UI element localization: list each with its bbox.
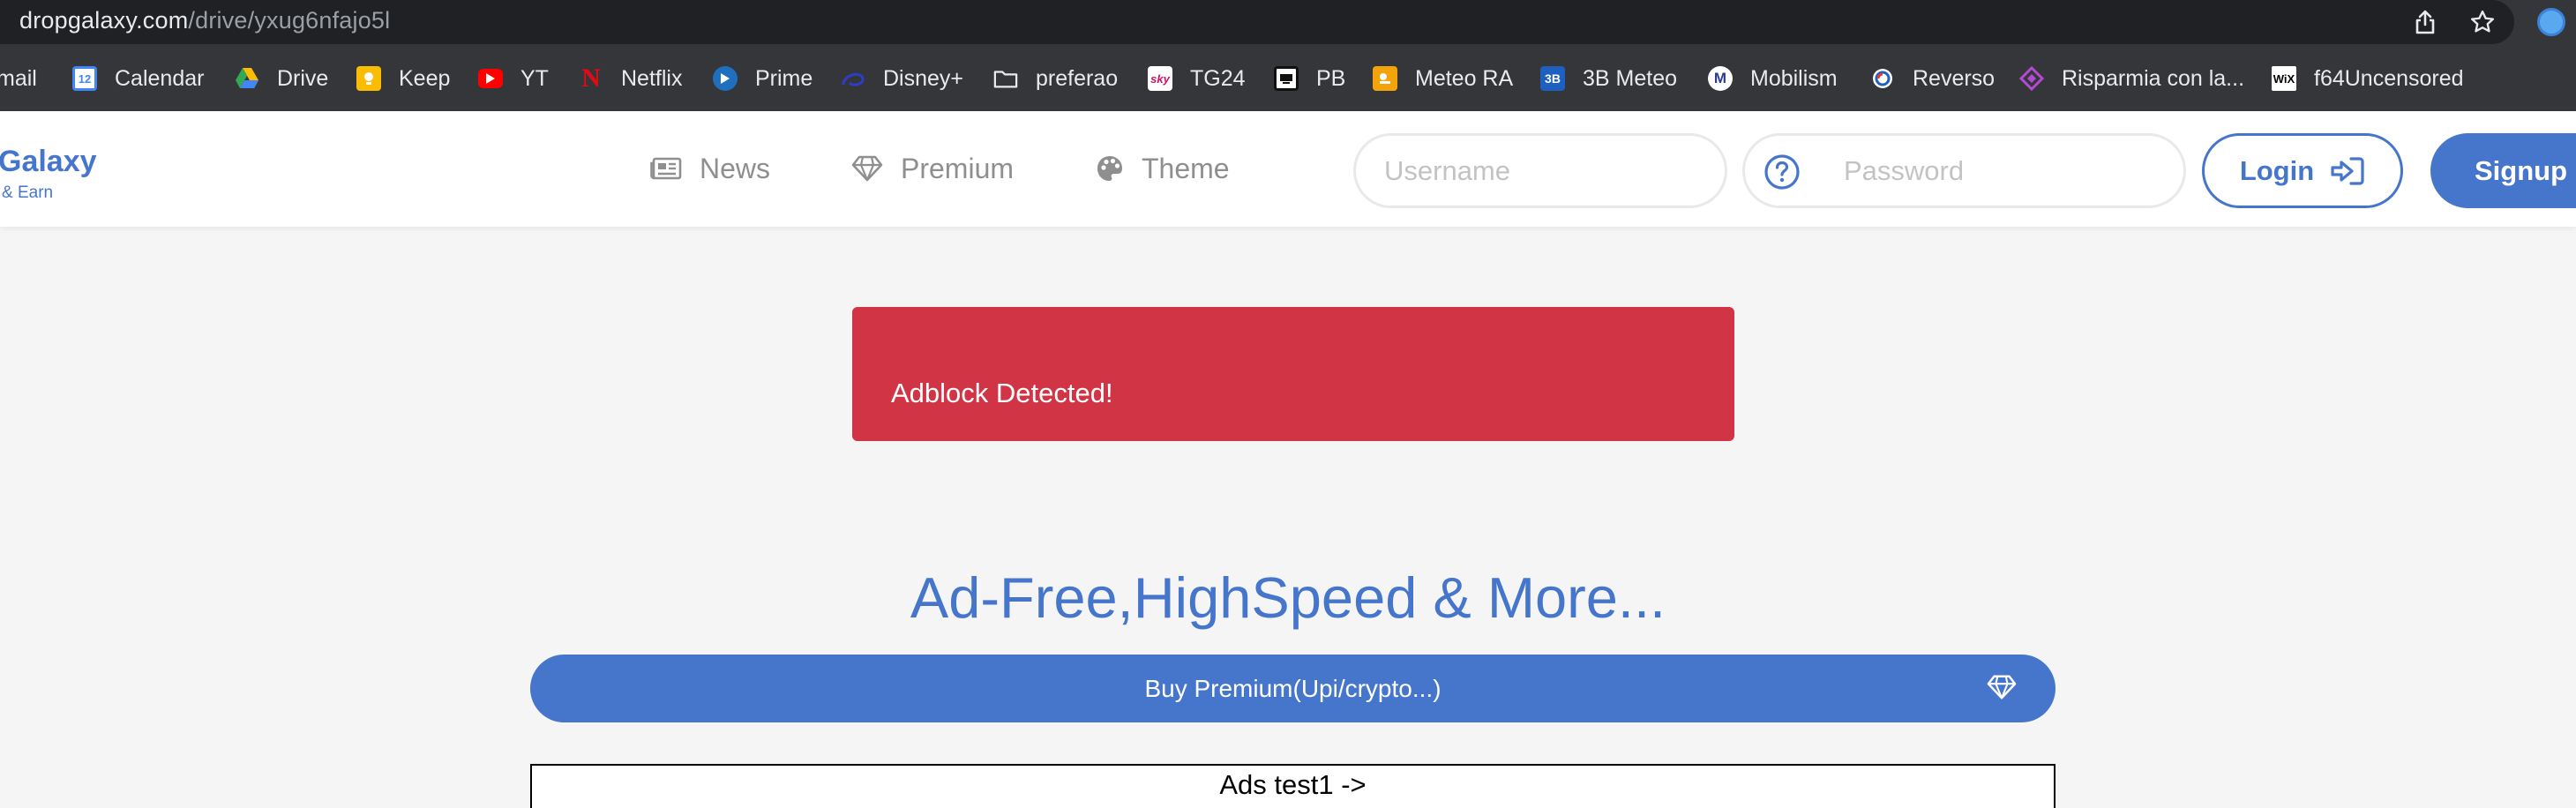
wix-icon: WiX xyxy=(2272,66,2296,91)
password-input[interactable] xyxy=(1742,133,2186,208)
bookmark-label: Reverso xyxy=(1913,65,1996,91)
bookmark-netflix[interactable]: N Netflix xyxy=(579,46,682,111)
url-domain: dropgalaxy.com xyxy=(19,7,189,34)
bookmark-keep[interactable]: Keep xyxy=(356,46,450,111)
omnibox[interactable]: dropgalaxy.com/drive/yxug6nfajo5l xyxy=(0,0,2514,44)
bookmark-3b-meteo[interactable]: 3B 3B Meteo xyxy=(1540,46,1677,111)
site-logo-title[interactable]: Galaxy xyxy=(0,145,97,179)
bookmark-calendar[interactable]: 12 Calendar xyxy=(72,46,204,111)
site-logo-subtitle: & Earn xyxy=(2,183,54,202)
bookmark-label: mail xyxy=(0,65,37,91)
bookmark-mobilism[interactable]: M Mobilism xyxy=(1708,46,1838,111)
signup-button[interactable]: Signup xyxy=(2430,133,2576,208)
buy-premium-button[interactable]: Buy Premium(Upi/crypto...) xyxy=(530,655,2056,722)
bookmark-label: Disney+ xyxy=(883,65,964,91)
calendar-icon: 12 xyxy=(72,66,97,91)
ads-container: Ads test1 -> xyxy=(530,764,2056,808)
url-path: /drive/yxug6nfajo5l xyxy=(188,7,391,34)
bookmark-label: Meteo RA xyxy=(1415,65,1514,91)
palette-icon xyxy=(1097,156,1122,181)
bookmark-meteo-ra[interactable]: Meteo RA xyxy=(1373,46,1513,111)
login-button[interactable]: Login xyxy=(2202,133,2403,208)
bookmark-star-icon[interactable] xyxy=(2467,7,2497,37)
bookmark-label: Calendar xyxy=(115,65,205,91)
bookmark-label: 3B Meteo xyxy=(1583,65,1678,91)
bookmark-label: Keep xyxy=(399,65,451,91)
reverso-icon xyxy=(1870,66,1895,91)
bookmark-f64uncensored[interactable]: WiX f64Uncensored xyxy=(2272,46,2464,111)
bookmark-reverso[interactable]: Reverso xyxy=(1870,46,1995,111)
bookmark-label: Netflix xyxy=(621,65,683,91)
disney-icon xyxy=(841,66,865,91)
bookmark-risparmia[interactable]: Risparmia con la... xyxy=(2019,46,2244,111)
adblock-alert-text: Adblock Detected! xyxy=(891,378,1113,408)
bookmark-label: PB xyxy=(1316,65,1346,91)
risparmia-icon xyxy=(2019,66,2044,91)
profile-avatar-icon[interactable] xyxy=(2537,8,2565,36)
adblock-alert: Adblock Detected! xyxy=(852,307,1734,441)
sign-in-icon xyxy=(2331,156,2364,185)
bookmarks-bar: mail 12 Calendar Drive Keep YT N Netflix… xyxy=(0,46,2576,111)
bookmark-prime[interactable]: Prime xyxy=(713,46,812,111)
url-text[interactable]: dropgalaxy.com/drive/yxug6nfajo5l xyxy=(19,4,390,36)
bookmark-drive[interactable]: Drive xyxy=(235,46,328,111)
bookmark-preferao[interactable]: preferao xyxy=(993,46,1118,111)
meteo-ra-icon xyxy=(1373,66,1397,91)
bookmark-pb[interactable]: PB xyxy=(1274,46,1345,111)
username-input[interactable] xyxy=(1353,133,1727,208)
bookmark-label: Prime xyxy=(755,65,813,91)
bookmark-label: preferao xyxy=(1036,65,1119,91)
bookmark-yt[interactable]: YT xyxy=(478,46,549,111)
signup-label: Signup xyxy=(2475,154,2568,186)
site-header: Galaxy & Earn News Premium Theme Login S… xyxy=(0,111,2576,227)
bookmark-label: TG24 xyxy=(1190,65,1246,91)
nav-news[interactable]: News xyxy=(650,146,770,191)
nav-theme[interactable]: Theme xyxy=(1096,146,1230,191)
folder-icon xyxy=(993,66,1018,91)
prime-video-icon xyxy=(713,66,738,91)
newspaper-icon xyxy=(650,157,682,180)
diamond-icon xyxy=(1987,675,2017,700)
bookmark-gmail[interactable]: mail xyxy=(0,46,37,111)
mobilism-icon: M xyxy=(1708,66,1733,91)
bookmark-tg24[interactable]: sky TG24 xyxy=(1148,46,1246,111)
share-icon[interactable] xyxy=(2410,7,2440,37)
bookmark-label: Mobilism xyxy=(1750,65,1838,91)
pb-icon xyxy=(1274,66,1299,91)
nav-premium[interactable]: Premium xyxy=(851,146,1014,191)
premium-promo-title: Ad-Free,HighSpeed & More... xyxy=(910,565,1666,630)
buy-premium-label: Buy Premium(Upi/crypto...) xyxy=(1144,674,1442,702)
keep-icon xyxy=(356,66,381,91)
question-circle-icon[interactable] xyxy=(1764,153,1801,191)
bookmark-label: f64Uncensored xyxy=(2314,65,2464,91)
bookmark-label: YT xyxy=(520,65,549,91)
login-label: Login xyxy=(2239,154,2315,186)
diamond-icon xyxy=(851,155,883,182)
nav-theme-label: Theme xyxy=(1142,152,1230,184)
browser-address-bar: dropgalaxy.com/drive/yxug6nfajo5l xyxy=(0,0,2576,46)
drive-icon xyxy=(235,66,259,91)
bookmark-label: Drive xyxy=(277,65,329,91)
nav-premium-label: Premium xyxy=(901,152,1015,184)
netflix-icon: N xyxy=(581,64,601,93)
youtube-icon xyxy=(478,69,503,88)
3bmeteo-icon: 3B xyxy=(1540,66,1565,91)
nav-news-label: News xyxy=(700,152,771,184)
bookmark-disney[interactable]: Disney+ xyxy=(841,46,963,111)
bookmark-label: Risparmia con la... xyxy=(2062,65,2245,91)
sky-tg24-icon: sky xyxy=(1148,66,1172,91)
ads-text: Ads test1 -> xyxy=(1219,769,1367,800)
